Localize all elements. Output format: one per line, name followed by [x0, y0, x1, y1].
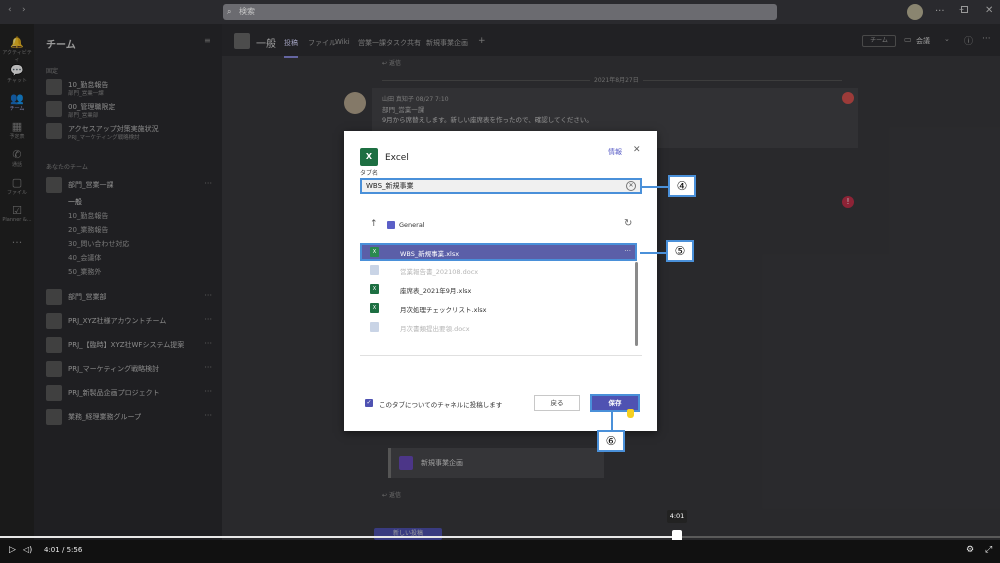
callout-5: ⑤: [666, 240, 694, 262]
info-link[interactable]: 情報: [608, 147, 622, 157]
teams-icon: [387, 221, 395, 229]
excel-file-icon: X: [370, 247, 379, 257]
file-item[interactable]: X 月次処理チェックリスト.xlsx: [360, 299, 637, 317]
more-icon[interactable]: ···: [624, 247, 631, 255]
total-time: 5:56: [66, 546, 83, 554]
fullscreen-icon[interactable]: ⤢: [985, 545, 992, 555]
file-item: 月次書類提出要領.docx: [360, 318, 637, 336]
back-button[interactable]: 戻る: [534, 395, 580, 411]
title-bar: ‹ › ⌕ 検索 ··· – ✕: [0, 0, 1000, 24]
back-arrow-icon[interactable]: ‹: [8, 5, 12, 15]
word-file-icon: [370, 322, 379, 332]
excel-tab-dialog: X Excel 情報 ✕ タブ名 WBS_新規事業 ✕ ↑ General ↻ …: [344, 131, 657, 431]
more-icon[interactable]: ···: [935, 6, 945, 17]
file-name: WBS_新規事業.xlsx: [400, 250, 460, 258]
play-icon[interactable]: ▷: [9, 545, 16, 555]
excel-icon: X: [360, 148, 378, 166]
time-display: 4:01 / 5:56: [44, 546, 82, 554]
file-item: 営業報告書_202108.docx: [360, 261, 637, 279]
file-item[interactable]: X 座席表_2021年9月.xlsx: [360, 280, 637, 298]
excel-file-icon: X: [370, 303, 379, 313]
progress-fill: [0, 536, 677, 538]
up-arrow-icon[interactable]: ↑: [370, 219, 378, 229]
post-checkbox[interactable]: ✓: [365, 399, 373, 407]
dialog-title: Excel: [385, 153, 409, 163]
tab-name-label: タブ名: [360, 170, 379, 177]
current-time: 4:01: [44, 546, 60, 554]
file-list-scrollbar[interactable]: [635, 262, 638, 346]
divider: [360, 355, 642, 356]
word-file-icon: [370, 265, 379, 275]
post-checkbox-label: このタブについてのチャネルに投稿します: [379, 401, 503, 409]
forward-arrow-icon[interactable]: ›: [22, 5, 26, 15]
time-tooltip: 4:01: [667, 510, 687, 523]
avatar[interactable]: [907, 4, 923, 20]
video-controls: [0, 540, 1000, 563]
close-icon[interactable]: ✕: [985, 5, 993, 16]
tab-name-value: WBS_新規事業: [366, 182, 414, 190]
refresh-icon[interactable]: ↻: [624, 218, 632, 229]
restore-icon[interactable]: [961, 6, 968, 13]
folder-nav: ↑ General ↻: [360, 218, 642, 233]
excel-file-icon: X: [370, 284, 379, 294]
file-name: 座席表_2021年9月.xlsx: [400, 287, 472, 295]
volume-icon[interactable]: ◁): [23, 545, 32, 554]
callout-pointer: [640, 252, 668, 254]
file-item-selected[interactable]: X WBS_新規事業.xlsx ···: [360, 243, 637, 261]
file-name: 月次書類提出要領.docx: [400, 325, 470, 333]
hand-cursor-icon: [627, 409, 634, 418]
callout-pointer: [640, 186, 670, 188]
file-name: 月次処理チェックリスト.xlsx: [400, 306, 487, 314]
file-name: 営業報告書_202108.docx: [400, 268, 479, 276]
time-separator: /: [61, 546, 65, 554]
callout-pointer: [611, 412, 613, 430]
clear-icon[interactable]: ✕: [626, 181, 636, 191]
search-placeholder: 検索: [239, 7, 255, 16]
settings-icon[interactable]: ⚙: [966, 545, 974, 555]
search-input[interactable]: ⌕ 検索: [223, 4, 777, 20]
search-icon: ⌕: [227, 7, 232, 16]
close-icon[interactable]: ✕: [633, 145, 641, 155]
callout-4: ④: [668, 175, 696, 197]
tab-name-input[interactable]: WBS_新規事業 ✕: [360, 178, 642, 194]
callout-6: ⑥: [597, 430, 625, 452]
folder-name: General: [399, 221, 425, 229]
